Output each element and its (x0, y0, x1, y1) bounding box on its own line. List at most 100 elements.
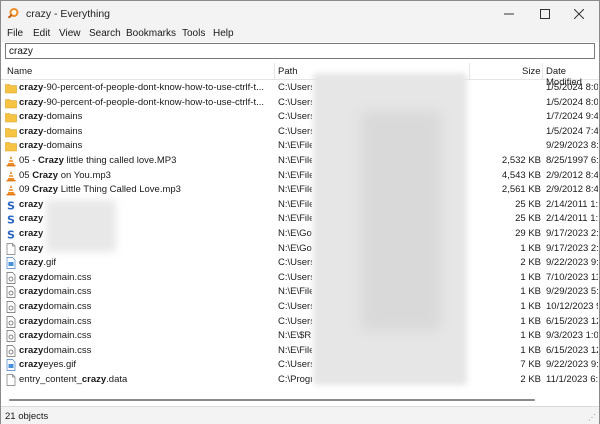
table-row[interactable]: crazydomain.css C:\Users 1 KB 10/12/2023 9: (1, 300, 599, 315)
file-name-suffix: little thing called love.MP3 (63, 155, 177, 166)
file-name-suffix: on You.mp3 (58, 169, 111, 181)
css-file-icon (5, 286, 17, 299)
file-name-suffix: eyes.gif (43, 359, 77, 371)
menu-view[interactable]: View (59, 28, 81, 39)
file-size: 2,532 KB (501, 155, 541, 166)
file-name-match: crazy (19, 301, 44, 312)
file-name-match: crazy (19, 257, 44, 269)
file-size: 2,561 KB (501, 184, 541, 196)
file-date-modified: 9/22/2023 9: (546, 359, 598, 371)
table-row[interactable]: crazy-domains C:\Users 1/7/2024 9:45 (1, 110, 599, 125)
everything-window: crazy - Everything File Edit View Search… (0, 0, 600, 424)
column-size-header[interactable]: Size (522, 66, 540, 77)
file-name-suffix: domain.css (43, 344, 92, 356)
file-size: 2 KB (520, 257, 541, 269)
file-name: crazy.gif (19, 257, 272, 268)
file-name: entry_content_crazy.data (19, 374, 272, 385)
scrollbar-thumb[interactable] (9, 399, 535, 401)
file-name-match: crazy (19, 344, 44, 356)
file-size: 25 KB (515, 198, 541, 210)
svg-text:S: S (7, 199, 15, 211)
file-path: C:\Users (278, 96, 312, 108)
file-date-modified: 2/9/2012 8:4 (546, 184, 598, 196)
search-input[interactable] (9, 45, 589, 57)
vlc-cone-icon (5, 170, 17, 182)
menu-edit[interactable]: Edit (33, 28, 50, 39)
menu-file[interactable]: File (7, 28, 23, 39)
file-date-modified: 6/15/2023 12 (546, 315, 598, 327)
file-date-modified: 2/14/2011 1: (546, 198, 598, 210)
close-button[interactable] (557, 1, 600, 26)
s-file-icon: S (5, 213, 17, 227)
svg-text:S: S (7, 214, 15, 226)
file-name-prefix: 05 - (19, 155, 39, 166)
resize-grip-icon[interactable]: ⋰ (588, 413, 596, 422)
blank-file-icon (5, 242, 17, 255)
file-name-suffix: -domains (43, 125, 83, 137)
table-row[interactable]: crazy-90-percent-of-people-dont-know-how… (1, 81, 599, 96)
gif-file-icon (5, 359, 17, 372)
file-name-match: crazy (19, 315, 44, 327)
file-path: C:\Users (278, 125, 312, 137)
redacted-name-region (46, 200, 116, 252)
menu-tools[interactable]: Tools (182, 28, 205, 39)
file-name: 09 Crazy Little Thing Called Love.mp3 (19, 184, 272, 195)
file-name-match: crazy (19, 271, 44, 283)
file-name-match: crazy (19, 140, 44, 152)
file-name-match: crazy (19, 111, 44, 123)
table-row[interactable]: 05 - Crazy little thing called love.MP3 N… (1, 154, 599, 169)
file-size: 25 KB (515, 213, 541, 225)
file-name: 05 - Crazy little thing called love.MP3 (19, 155, 272, 166)
table-row[interactable]: crazydomain.css N:\E\File 1 KB 9/29/2023 5: (1, 285, 599, 300)
table-row[interactable]: entry_content_crazy.data C:\Progr 2 KB 11/1… (1, 373, 599, 388)
folder-icon (5, 82, 17, 94)
column-divider[interactable] (469, 63, 470, 80)
table-row[interactable]: crazy-domains N:\E\File 9/29/2023 8:23 (1, 139, 599, 154)
column-divider[interactable] (274, 63, 275, 80)
table-row[interactable]: crazydomain.css C:\Users 1 KB 6/15/2023 12 (1, 315, 599, 330)
table-row[interactable]: crazy.gif C:\Users 2 KB 9/22/2023 9: (1, 256, 599, 271)
column-name-header[interactable]: Name (7, 66, 32, 77)
menu-bar: File Edit View Search Bookmarks Tools He… (1, 26, 599, 42)
blank-file-icon (5, 374, 17, 386)
file-name: 05 Crazy on You.mp3 (19, 170, 272, 181)
column-path-header[interactable]: Path (278, 66, 298, 77)
file-name-match: crazy (19, 82, 44, 93)
file-path: C:\Users (278, 82, 312, 93)
file-path: C:\Progr (278, 374, 312, 385)
file-name: crazy-90-percent-of-people-dont-know-how… (19, 82, 272, 93)
table-row[interactable]: crazydomain.css N:\E\$RI 1 KB 9/3/2023 1:00 (1, 329, 599, 344)
file-size: 1 KB (520, 330, 541, 342)
file-name-match: crazy (19, 198, 44, 210)
table-row[interactable]: crazydomain.css C:\Users 1 KB 7/10/2023 11 (1, 271, 599, 286)
menu-search[interactable]: Search (89, 28, 121, 39)
table-row[interactable]: crazydomain.css N:\E\File 1 KB 6/15/2023 12 (1, 344, 599, 359)
search-box[interactable] (5, 43, 595, 59)
table-row[interactable]: 05 Crazy on You.mp3 N:\E\File 4,543 KB 2/9/… (1, 169, 599, 184)
file-path: N:\E\File (278, 184, 312, 196)
table-row[interactable]: 09 Crazy Little Thing Called Love.mp3 N:\… (1, 183, 599, 198)
file-name: crazydomain.css (19, 330, 272, 341)
menu-help[interactable]: Help (213, 28, 234, 39)
table-row[interactable]: crazy-90-percent-of-people-dont-know-how… (1, 96, 599, 111)
folder-icon (5, 97, 17, 109)
file-date-modified: 1/7/2024 9:45 (546, 111, 598, 123)
file-name: crazydomain.css (19, 316, 272, 327)
table-row[interactable]: crazy-domains C:\Users 1/5/2024 7:41 (1, 125, 599, 140)
file-name-match: Crazy (38, 155, 64, 166)
file-date-modified: 9/29/2023 5: (546, 286, 598, 298)
menu-bookmarks[interactable]: Bookmarks (126, 28, 176, 39)
title-bar[interactable]: crazy - Everything (1, 1, 599, 26)
file-size: 2 KB (520, 374, 541, 385)
column-divider[interactable] (542, 63, 543, 80)
file-name-prefix: entry_content_ (19, 374, 82, 385)
file-name-match: crazy (19, 330, 44, 342)
file-path: N:\E\File (278, 213, 312, 225)
file-size: 1 KB (520, 301, 541, 312)
horizontal-scrollbar[interactable] (1, 395, 599, 405)
file-path: N:\E\File (278, 169, 312, 181)
redacted-path-region (361, 111, 441, 331)
s-file-icon: S (5, 228, 17, 242)
table-row[interactable]: crazyeyes.gif C:\Users 7 KB 9/22/2023 9: (1, 358, 599, 373)
file-name: crazy-domains (19, 111, 272, 122)
